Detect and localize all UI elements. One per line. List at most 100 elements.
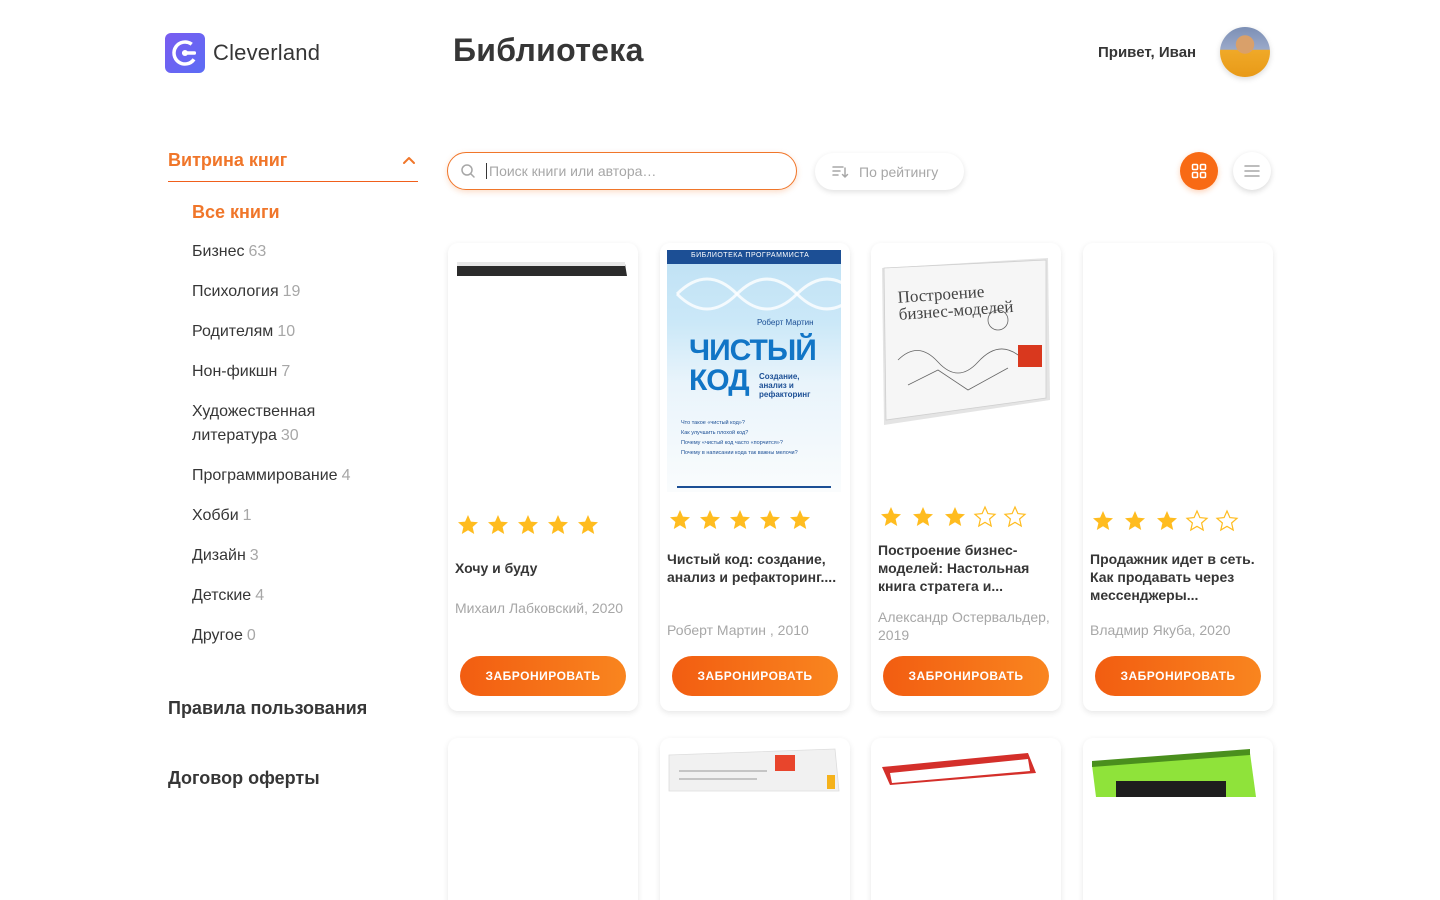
sort-label: По рейтингу xyxy=(859,163,939,180)
logo-icon xyxy=(165,33,205,73)
category-business[interactable]: Бизнес 63 xyxy=(192,240,392,264)
star-outline-icon xyxy=(1216,510,1238,531)
book-cover: БИБЛИОТЕКА ПРОГРАММИСТА Роберт Мартин ЧИ… xyxy=(667,250,841,492)
category-label: Все книги xyxy=(192,202,280,222)
category-nonfiction[interactable]: Нон-фикшн 7 xyxy=(192,360,392,384)
star-icon xyxy=(700,510,720,529)
user-greeting: Привет, Иван xyxy=(1098,44,1197,61)
book-cover xyxy=(1090,745,1264,797)
category-other[interactable]: Другое 0 xyxy=(192,624,392,648)
book-card[interactable] xyxy=(1083,738,1273,900)
cover-title-line2: КОД xyxy=(689,364,750,397)
category-count: 4 xyxy=(255,587,265,604)
grid-view-button[interactable] xyxy=(1180,152,1218,190)
category-all[interactable]: Все книги xyxy=(192,200,392,224)
category-label: Детские xyxy=(192,587,252,604)
search-icon xyxy=(461,164,475,178)
cover-subtitle: Создание, анализ и рефакторинг xyxy=(759,372,811,399)
cover-series: БИБЛИОТЕКА ПРОГРАММИСТА xyxy=(691,252,810,259)
dna-illustration xyxy=(675,277,841,311)
star-outline-icon xyxy=(1004,506,1026,527)
avatar[interactable] xyxy=(1220,27,1270,77)
cover-question: Почему «чистый код часто «порчится»? xyxy=(681,440,783,446)
book-card[interactable]: Построение бизнес-моделей Построение биз… xyxy=(871,243,1061,711)
category-label: Нон-фикшн xyxy=(192,363,278,380)
cover-question: Что такое «чистый код»? xyxy=(681,420,745,426)
book-card[interactable] xyxy=(660,738,850,900)
category-count: 10 xyxy=(277,323,296,340)
category-count: 0 xyxy=(246,627,256,644)
brand-name: Cleverland xyxy=(213,40,321,65)
page-title: Библиотека xyxy=(453,32,644,68)
star-icon xyxy=(790,510,810,529)
category-fiction[interactable]: Художественная литература 30 xyxy=(192,400,392,448)
rating-stars xyxy=(879,505,1027,529)
book-author: Александр Остервальдер, 2019 xyxy=(878,609,1050,643)
rules-link[interactable]: Правила пользования xyxy=(168,698,367,719)
category-label: Программирование xyxy=(192,467,338,484)
showcase-toggle[interactable]: Витрина книг xyxy=(168,150,418,182)
star-icon xyxy=(578,515,598,534)
sort-icon xyxy=(832,165,849,178)
category-count: 7 xyxy=(281,363,291,380)
category-label: Бизнес xyxy=(192,243,245,260)
category-label: Родителям xyxy=(192,323,274,340)
cover-author: Роберт Мартин xyxy=(757,318,814,327)
category-hobby[interactable]: Хобби 1 xyxy=(192,504,392,528)
book-card[interactable]: БИБЛИОТЕКА ПРОГРАММИСТА Роберт Мартин ЧИ… xyxy=(660,243,850,711)
book-card[interactable] xyxy=(871,738,1061,900)
category-label: Дизайн xyxy=(192,547,246,564)
category-kids[interactable]: Детские 4 xyxy=(192,584,392,608)
star-icon xyxy=(518,515,538,534)
category-label: Хобби xyxy=(192,507,239,524)
search-input[interactable] xyxy=(486,163,776,179)
book-author: Владмир Якуба, 2020 xyxy=(1090,622,1231,638)
book-card[interactable]: Хочу и буду Михаил Лабковский, 2020 ЗАБР… xyxy=(448,243,638,711)
star-outline-icon xyxy=(1186,510,1208,531)
category-count: 1 xyxy=(242,507,252,524)
book-reserve-button[interactable]: ЗАБРОНИРОВАТЬ xyxy=(460,656,626,696)
book-title: Построение бизнес-моделей: Настольная кн… xyxy=(878,542,1030,594)
star-icon xyxy=(945,507,965,526)
category-count: 3 xyxy=(249,547,259,564)
star-icon xyxy=(913,507,933,526)
list-icon xyxy=(1244,165,1260,177)
book-card[interactable] xyxy=(448,738,638,900)
category-label: Психология xyxy=(192,283,279,300)
rating-stars xyxy=(668,508,812,532)
star-icon xyxy=(1093,511,1113,530)
star-outline-icon xyxy=(974,506,996,527)
offer-link[interactable]: Договор оферты xyxy=(168,768,320,789)
category-parents[interactable]: Родителям 10 xyxy=(192,320,392,344)
category-programming[interactable]: Программирование 4 xyxy=(192,464,392,488)
category-design[interactable]: Дизайн 3 xyxy=(192,544,392,568)
star-icon xyxy=(760,510,780,529)
category-list: Все книги Бизнес 63 Психология 19 Родителя… xyxy=(168,200,418,648)
category-count: 19 xyxy=(282,283,301,300)
logo[interactable]: Cleverland xyxy=(165,33,320,73)
book-reserve-button[interactable]: ЗАБРОНИРОВАТЬ xyxy=(1095,656,1261,696)
star-icon xyxy=(1125,511,1145,530)
book-title: Чистый код: создание, анализ и рефактори… xyxy=(667,551,837,585)
book-cover: Построение бизнес-моделей xyxy=(878,250,1052,425)
grid-icon xyxy=(1191,163,1207,179)
category-count: 63 xyxy=(248,243,267,260)
star-icon xyxy=(1157,511,1177,530)
star-icon xyxy=(458,515,478,534)
sort-button[interactable]: По рейтингу xyxy=(815,153,964,190)
book-author: Роберт Мартин , 2010 xyxy=(667,622,809,638)
category-psychology[interactable]: Психология 19 xyxy=(192,280,392,304)
book-card[interactable]: Продажник идет в сеть. Как продавать чер… xyxy=(1083,243,1273,711)
cover-question: Как улучшить плохой код? xyxy=(681,430,749,436)
book-cover xyxy=(455,250,629,290)
star-icon xyxy=(670,510,690,529)
list-view-button[interactable] xyxy=(1233,152,1271,190)
star-icon xyxy=(548,515,568,534)
book-author: Михаил Лабковский, 2020 xyxy=(455,600,624,616)
search-bar[interactable] xyxy=(447,152,797,190)
book-reserve-button[interactable]: ЗАБРОНИРОВАТЬ xyxy=(883,656,1049,696)
book-title: Хочу и буду xyxy=(455,560,538,576)
book-reserve-button[interactable]: ЗАБРОНИРОВАТЬ xyxy=(672,656,838,696)
category-count: 4 xyxy=(341,467,351,484)
sidebar: Витрина книг Все книги Бизнес 63 Психолог… xyxy=(168,150,418,664)
